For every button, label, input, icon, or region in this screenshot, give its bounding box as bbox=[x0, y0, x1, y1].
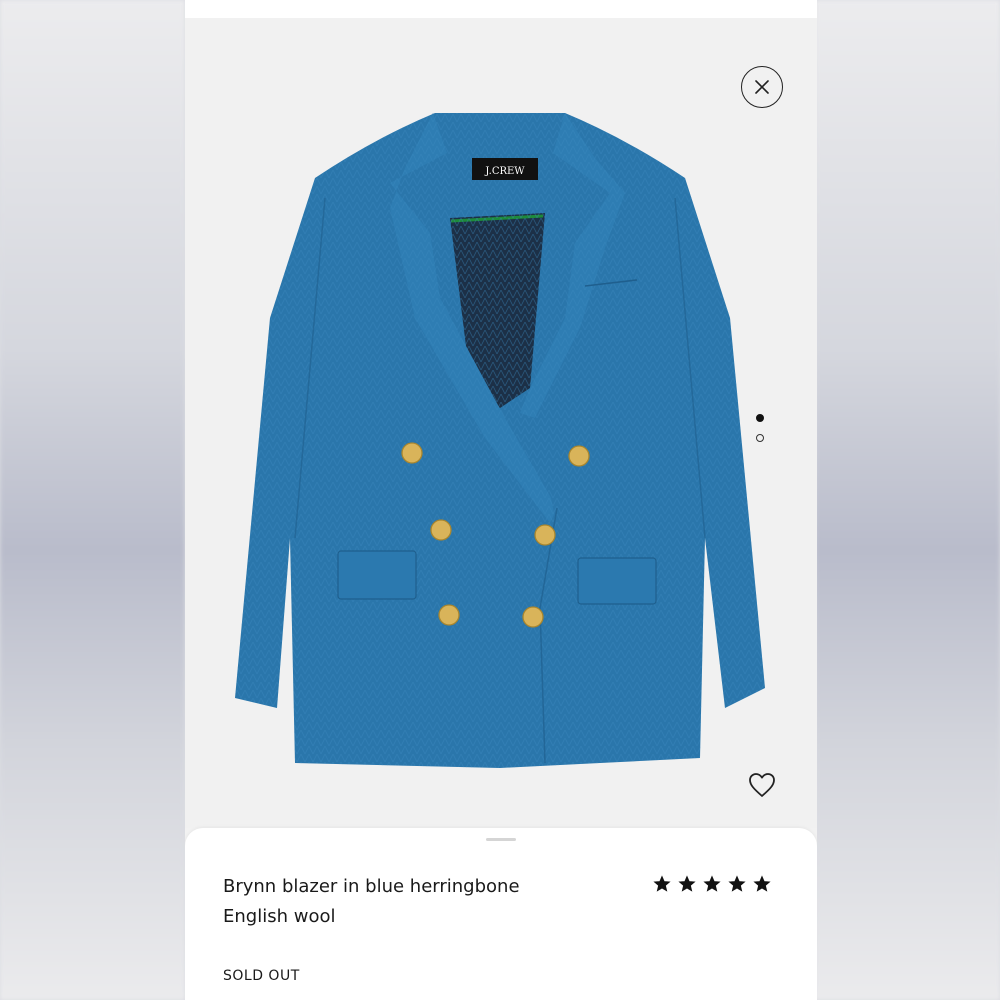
pagination-dot[interactable] bbox=[756, 434, 764, 442]
blazer-button bbox=[534, 524, 556, 546]
background-right bbox=[815, 0, 1000, 1000]
blazer-button bbox=[522, 606, 544, 628]
pagination-dot-active[interactable] bbox=[756, 414, 764, 422]
close-button[interactable] bbox=[741, 66, 783, 108]
star-icon bbox=[753, 875, 771, 892]
image-pagination[interactable] bbox=[756, 414, 766, 454]
brand-label: J.CREW bbox=[484, 166, 525, 177]
blazer-illustration: J.CREW bbox=[235, 113, 765, 768]
star-icon bbox=[653, 875, 671, 892]
blazer-button bbox=[438, 604, 460, 626]
product-title-line2: English wool bbox=[223, 906, 336, 927]
blazer-button bbox=[568, 445, 590, 467]
product-title-line1: Brynn blazer in blue herringbone bbox=[223, 876, 520, 897]
top-strip bbox=[185, 0, 817, 18]
product-image[interactable]: J.CREW bbox=[185, 18, 817, 828]
background-left bbox=[0, 0, 185, 1000]
star-icon bbox=[728, 875, 746, 892]
rating-stars[interactable] bbox=[653, 875, 771, 893]
star-icon bbox=[678, 875, 696, 892]
star-icon bbox=[703, 875, 721, 892]
blazer-button bbox=[401, 442, 423, 464]
stock-status: SOLD OUT bbox=[223, 968, 300, 984]
product-quickview: J.CREW Brynn blazer in blue herringbone … bbox=[185, 0, 817, 1000]
product-info-sheet: Brynn blazer in blue herringbone English… bbox=[185, 828, 817, 1000]
heart-icon bbox=[749, 773, 775, 797]
blazer-button bbox=[430, 519, 452, 541]
sheet-drag-handle[interactable] bbox=[486, 838, 516, 841]
product-title: Brynn blazer in blue herringbone English… bbox=[223, 872, 553, 932]
close-icon bbox=[755, 80, 769, 94]
favorite-button[interactable] bbox=[747, 771, 777, 799]
